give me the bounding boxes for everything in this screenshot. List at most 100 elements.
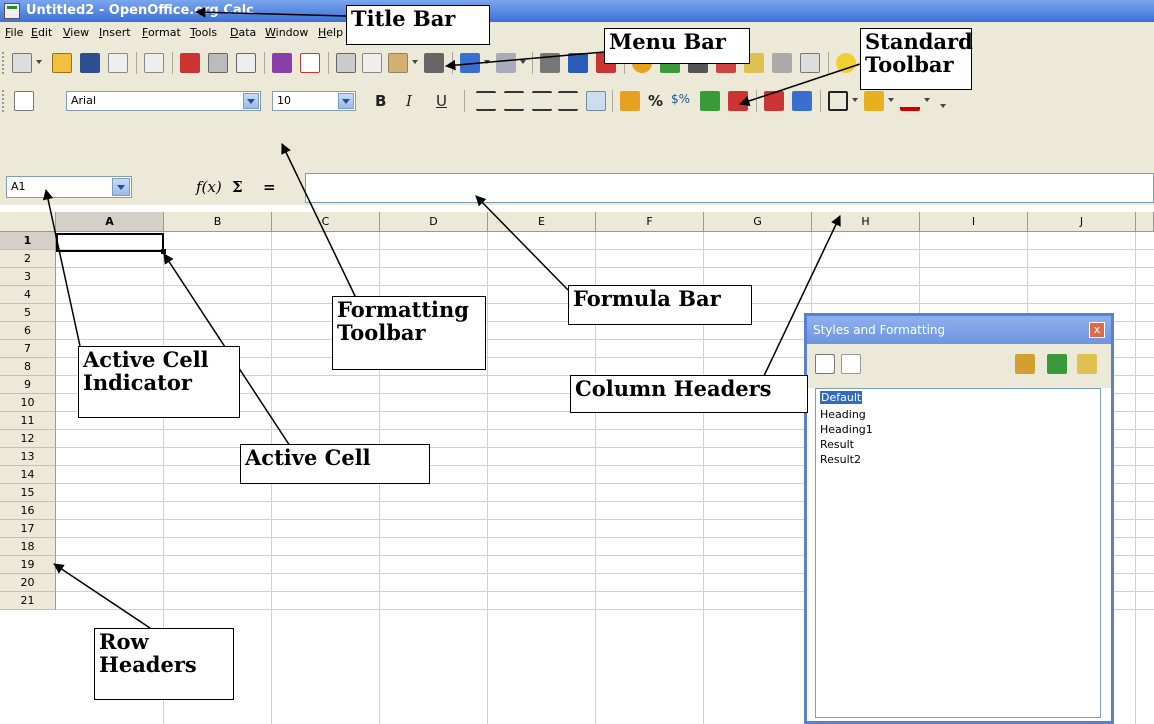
column-header-a[interactable]: A: [56, 212, 164, 232]
redo-icon[interactable]: [496, 53, 516, 73]
chevron-down-icon[interactable]: [243, 93, 259, 109]
menu-window[interactable]: Window: [265, 26, 308, 39]
style-item-result2[interactable]: Result2: [820, 453, 861, 466]
toolbar-options-icon[interactable]: [940, 104, 946, 108]
style-item-result[interactable]: Result: [820, 438, 854, 451]
cut-icon[interactable]: [336, 53, 356, 73]
autospellcheck-icon[interactable]: [300, 53, 320, 73]
row-header-18[interactable]: 18: [0, 538, 56, 556]
column-header-e[interactable]: E: [488, 212, 596, 232]
borders-dropdown-icon[interactable]: [852, 98, 858, 102]
name-box[interactable]: A1: [6, 176, 132, 198]
font-color-dropdown-icon[interactable]: [924, 98, 930, 102]
function-button[interactable]: =: [263, 178, 276, 196]
column-header-overflow[interactable]: [1136, 212, 1154, 232]
update-style-icon[interactable]: [1077, 354, 1097, 374]
increase-indent-icon[interactable]: [792, 91, 812, 111]
zoom-icon[interactable]: [800, 53, 820, 73]
save-icon[interactable]: [80, 53, 100, 73]
new-document-icon[interactable]: [12, 53, 32, 73]
edit-file-icon[interactable]: [144, 53, 164, 73]
align-right-icon[interactable]: [532, 91, 552, 111]
menu-file[interactable]: File: [5, 26, 23, 39]
close-icon[interactable]: x: [1089, 322, 1105, 338]
merge-cells-icon[interactable]: [586, 91, 606, 111]
sum-button[interactable]: Σ: [232, 178, 243, 196]
row-header-19[interactable]: 19: [0, 556, 56, 574]
print-preview-icon[interactable]: [236, 53, 256, 73]
standard-format-button[interactable]: $%: [671, 92, 690, 106]
undo-icon[interactable]: [460, 53, 480, 73]
formula-input[interactable]: [305, 173, 1154, 203]
paste-icon[interactable]: [388, 53, 408, 73]
toolbar-grip[interactable]: [2, 90, 8, 112]
open-folder-icon[interactable]: [52, 53, 72, 73]
row-header-1[interactable]: 1: [0, 232, 56, 250]
row-header-12[interactable]: 12: [0, 430, 56, 448]
font-size-combo[interactable]: 10: [272, 91, 356, 111]
cell-styles-icon[interactable]: [815, 354, 835, 374]
email-icon[interactable]: [108, 53, 128, 73]
row-header-16[interactable]: 16: [0, 502, 56, 520]
function-wizard-button[interactable]: f(x): [196, 178, 222, 196]
spellcheck-icon[interactable]: [272, 53, 292, 73]
help-icon[interactable]: [836, 53, 856, 73]
row-header-5[interactable]: 5: [0, 304, 56, 322]
chevron-down-icon[interactable]: [338, 93, 354, 109]
menu-format[interactable]: Format: [142, 26, 181, 39]
background-color-icon[interactable]: [864, 91, 884, 111]
column-header-i[interactable]: I: [920, 212, 1028, 232]
add-decimal-icon[interactable]: [700, 91, 720, 111]
row-header-11[interactable]: 11: [0, 412, 56, 430]
print-icon[interactable]: [208, 53, 228, 73]
background-color-dropdown-icon[interactable]: [888, 98, 894, 102]
row-header-6[interactable]: 6: [0, 322, 56, 340]
borders-icon[interactable]: [828, 91, 848, 111]
row-header-14[interactable]: 14: [0, 466, 56, 484]
row-header-15[interactable]: 15: [0, 484, 56, 502]
menu-edit[interactable]: Edit: [31, 26, 52, 39]
export-pdf-icon[interactable]: [180, 53, 200, 73]
row-header-13[interactable]: 13: [0, 448, 56, 466]
style-item-default[interactable]: Default: [820, 391, 863, 404]
column-header-c[interactable]: C: [272, 212, 380, 232]
font-name-combo[interactable]: Arial: [66, 91, 261, 111]
new-dropdown-icon[interactable]: [36, 60, 42, 64]
justify-icon[interactable]: [558, 91, 578, 111]
undo-dropdown-icon[interactable]: [484, 60, 490, 64]
column-header-d[interactable]: D: [380, 212, 488, 232]
page-styles-icon[interactable]: [841, 354, 861, 374]
row-header-8[interactable]: 8: [0, 358, 56, 376]
style-item-heading[interactable]: Heading: [820, 408, 866, 421]
active-cell-a1[interactable]: [56, 233, 166, 254]
styles-formatting-icon[interactable]: [14, 91, 34, 111]
row-header-2[interactable]: 2: [0, 250, 56, 268]
column-header-f[interactable]: F: [596, 212, 704, 232]
chevron-down-icon[interactable]: [112, 178, 130, 196]
row-header-21[interactable]: 21: [0, 592, 56, 610]
row-header-20[interactable]: 20: [0, 574, 56, 592]
menu-data[interactable]: Data: [230, 26, 256, 39]
sort-ascending-icon[interactable]: [568, 53, 588, 73]
underline-button[interactable]: U: [436, 92, 447, 110]
column-header-b[interactable]: B: [164, 212, 272, 232]
hyperlink-icon[interactable]: [540, 53, 560, 73]
row-header-7[interactable]: 7: [0, 340, 56, 358]
column-header-g[interactable]: G: [704, 212, 812, 232]
align-center-icon[interactable]: [504, 91, 524, 111]
number-format-currency-icon[interactable]: [620, 91, 640, 111]
select-all-corner[interactable]: [0, 212, 56, 232]
row-header-10[interactable]: 10: [0, 394, 56, 412]
row-header-4[interactable]: 4: [0, 286, 56, 304]
delete-decimal-icon[interactable]: [728, 91, 748, 111]
menu-tools[interactable]: Tools: [190, 26, 217, 39]
row-header-3[interactable]: 3: [0, 268, 56, 286]
column-header-j[interactable]: J: [1028, 212, 1136, 232]
bold-button[interactable]: B: [375, 92, 386, 110]
menu-help[interactable]: Help: [318, 26, 343, 39]
font-color-icon[interactable]: [900, 91, 920, 111]
copy-icon[interactable]: [362, 53, 382, 73]
menu-insert[interactable]: Insert: [99, 26, 131, 39]
panel-title-bar[interactable]: Styles and Formatting x: [807, 316, 1111, 344]
percent-button[interactable]: %: [648, 92, 663, 110]
